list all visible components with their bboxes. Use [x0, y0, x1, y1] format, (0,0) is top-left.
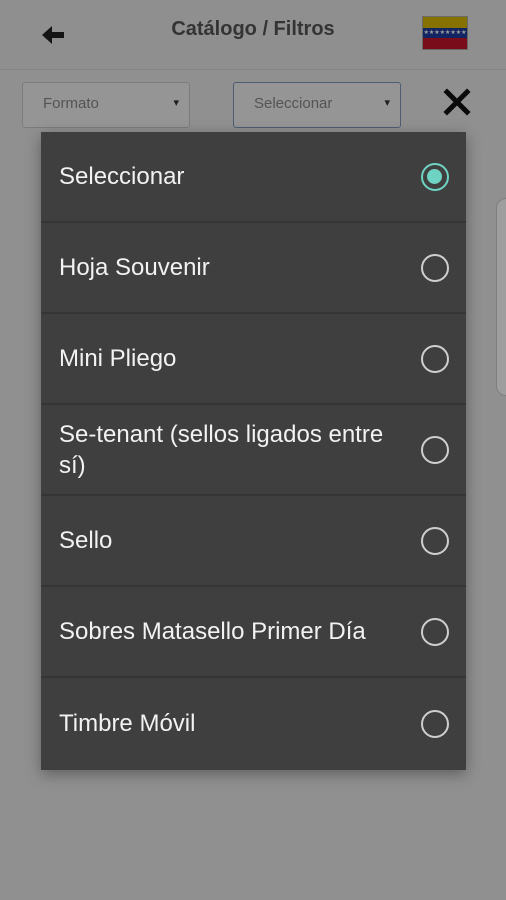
menu-item-label: Timbre Móvil [59, 710, 196, 737]
menu-item-sello[interactable]: Sello [41, 496, 466, 587]
menu-item-seleccionar[interactable]: Seleccionar [41, 132, 466, 223]
menu-item-sobres-matasello[interactable]: Sobres Matasello Primer Día [41, 587, 466, 678]
radio-unchecked-icon[interactable] [421, 344, 449, 373]
radio-checked-icon[interactable] [421, 162, 449, 191]
menu-item-label: Se-tenant (sellos ligados entre sí) [59, 420, 384, 479]
radio-unchecked-icon[interactable] [421, 435, 449, 464]
menu-item-se-tenant[interactable]: Se-tenant (sellos ligados entre sí) [41, 405, 466, 496]
radio-unchecked-icon[interactable] [421, 526, 449, 555]
radio-unchecked-icon[interactable] [421, 617, 449, 646]
menu-item-label: Mini Pliego [59, 345, 177, 372]
menu-item-label: Hoja Souvenir [59, 254, 210, 281]
menu-item-label: Sobres Matasello Primer Día [59, 618, 366, 645]
menu-item-label: Sello [59, 527, 113, 554]
menu-item-mini-pliego[interactable]: Mini Pliego [41, 314, 466, 405]
radio-unchecked-icon[interactable] [421, 709, 449, 738]
dropdown-menu: Seleccionar Hoja Souvenir Mini Pliego Se… [41, 132, 466, 770]
menu-item-label: Seleccionar [59, 163, 185, 190]
menu-item-hoja-souvenir[interactable]: Hoja Souvenir [41, 223, 466, 314]
radio-unchecked-icon[interactable] [421, 253, 449, 282]
menu-item-timbre-movil[interactable]: Timbre Móvil [41, 678, 466, 769]
